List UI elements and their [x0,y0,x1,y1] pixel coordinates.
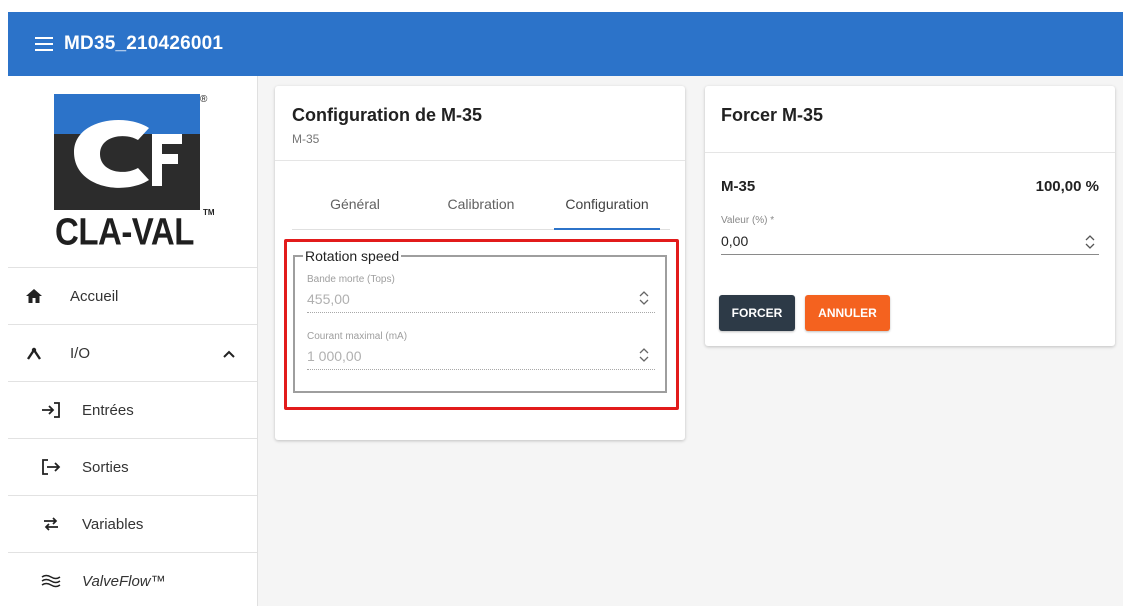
tab-bar: Général Calibration Configuration [292,180,670,230]
divider [275,160,685,161]
rotation-speed-group: Rotation speed Bande morte (Tops) 455,00… [293,248,667,393]
sidebar: ® CLA-VAL TM Accueil I/O Entrées Sorties [8,76,258,606]
divider [705,152,1115,153]
field-value[interactable]: 455,00 [307,291,655,307]
sidebar-item-valveflow[interactable]: ValveFlow™ [8,553,257,606]
group-legend: Rotation speed [305,248,400,264]
sidebar-item-accueil[interactable]: Accueil [8,268,257,325]
sidebar-item-sorties[interactable]: Sorties [8,439,257,496]
sidebar-item-label: ValveFlow™ [82,572,166,590]
card-title: Forcer M-35 [721,105,824,125]
field-underline [307,369,655,370]
field-value[interactable]: 1 000,00 [307,348,655,364]
main-content: Configuration de M-35 M-35 Général Calib… [258,76,1123,606]
sidebar-item-label: Entrées [82,401,134,419]
tab-calibration[interactable]: Calibration [418,180,544,229]
tab-general[interactable]: Général [292,180,418,229]
value-input[interactable]: 0,00 [721,233,1099,255]
cla-val-logo: ® CLA-VAL TM [8,76,257,268]
sidebar-item-label: I/O [70,344,91,362]
swap-icon [41,514,61,534]
home-icon [24,286,44,306]
chevron-up-icon[interactable] [223,345,235,363]
spinner-icon[interactable] [1085,235,1095,252]
input-icon [41,400,61,420]
courant-maximal-field[interactable]: Courant maximal (mA) 1 000,00 [307,331,655,370]
bande-morte-field[interactable]: Bande morte (Tops) 455,00 [307,274,655,313]
spinner-icon[interactable] [639,348,649,367]
io-icon [24,343,44,363]
logo-mark-icon [54,94,200,210]
force-card: Forcer M-35 M-35 100,00 % Valeur (%) * 0… [705,86,1115,346]
device-name: M-35 [721,178,756,195]
spinner-icon[interactable] [639,291,649,310]
registered-mark: ® [200,94,208,105]
app-title: MD35_210426001 [64,33,224,54]
waves-icon [41,571,61,591]
configuration-card: Configuration de M-35 M-35 Général Calib… [275,86,685,440]
field-label: Courant maximal (mA) [307,331,408,342]
output-icon [41,457,61,477]
sidebar-item-entrees[interactable]: Entrées [8,382,257,439]
sidebar-item-label: Variables [82,515,144,533]
tab-configuration[interactable]: Configuration [544,180,670,230]
field-label: Bande morte (Tops) [307,274,395,285]
cancel-button[interactable]: ANNULER [805,295,890,331]
menu-icon[interactable] [35,37,53,51]
card-title: Configuration de M-35 [292,105,482,125]
field-underline [307,312,655,313]
sidebar-item-variables[interactable]: Variables [8,496,257,553]
value-text: 0,00 [721,233,749,249]
brand-name: CLA-VAL [55,210,194,253]
sidebar-item-label: Sorties [82,458,129,476]
trademark-mark: TM [203,208,215,217]
value-label: Valeur (%) * [721,215,775,226]
sidebar-item-io[interactable]: I/O [8,325,257,382]
force-button[interactable]: FORCER [719,295,795,331]
current-percent: 100,00 % [1035,178,1099,195]
card-subtitle: M-35 [292,132,320,146]
app-bar: MD35_210426001 [8,12,1123,76]
sidebar-item-label: Accueil [70,287,119,305]
